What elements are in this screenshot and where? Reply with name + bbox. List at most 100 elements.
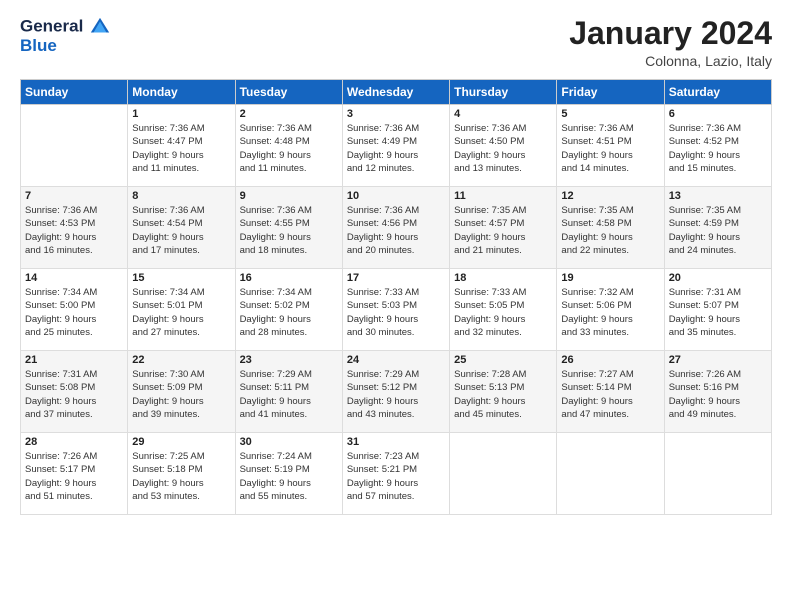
day-info: Sunrise: 7:33 AMSunset: 5:03 PMDaylight:… [347,286,445,339]
day-info: Sunrise: 7:26 AMSunset: 5:17 PMDaylight:… [25,450,123,503]
calendar-cell: 16 Sunrise: 7:34 AMSunset: 5:02 PMDayligh… [235,269,342,351]
day-info: Sunrise: 7:36 AMSunset: 4:51 PMDaylight:… [561,122,659,175]
calendar-cell: 21 Sunrise: 7:31 AMSunset: 5:08 PMDayligh… [21,351,128,433]
logo-blue: Blue [20,36,111,56]
day-info: Sunrise: 7:31 AMSunset: 5:07 PMDaylight:… [669,286,767,339]
day-number: 26 [561,354,659,366]
day-number: 1 [132,108,230,120]
location-subtitle: Colonna, Lazio, Italy [569,53,772,69]
calendar-cell: 6Sunrise: 7:36 AMSunset: 4:52 PMDaylight… [664,105,771,187]
day-info: Sunrise: 7:36 AMSunset: 4:53 PMDaylight:… [25,204,123,257]
calendar-cell [664,433,771,515]
calendar-cell: 30 Sunrise: 7:24 AMSunset: 5:19 PMDayligh… [235,433,342,515]
week-row-3: 14 Sunrise: 7:34 AMSunset: 5:00 PMDayligh… [21,269,772,351]
logo-text: General [20,16,111,38]
calendar-cell: 23Sunrise: 7:29 AMSunset: 5:11 PMDayligh… [235,351,342,433]
calendar-cell: 9Sunrise: 7:36 AMSunset: 4:55 PMDaylight… [235,187,342,269]
day-number: 28 [25,436,123,448]
day-number: 23 [240,354,338,366]
day-info: Sunrise: 7:29 AMSunset: 5:12 PMDaylight:… [347,368,445,421]
calendar-cell: 22 Sunrise: 7:30 AMSunset: 5:09 PMDayligh… [128,351,235,433]
day-info: Sunrise: 7:36 AMSunset: 4:50 PMDaylight:… [454,122,552,175]
calendar-cell: 10 Sunrise: 7:36 AMSunset: 4:56 PMDayligh… [342,187,449,269]
week-row-2: 7Sunrise: 7:36 AMSunset: 4:53 PMDaylight… [21,187,772,269]
day-info: Sunrise: 7:35 AMSunset: 4:57 PMDaylight:… [454,204,552,257]
day-number: 16 [240,272,338,284]
calendar-cell: 4 Sunrise: 7:36 AMSunset: 4:50 PMDaylight… [450,105,557,187]
weekday-header-wednesday: Wednesday [342,80,449,105]
logo: General Blue [20,16,111,56]
calendar-cell: 31 Sunrise: 7:23 AMSunset: 5:21 PMDayligh… [342,433,449,515]
day-info: Sunrise: 7:36 AMSunset: 4:49 PMDaylight:… [347,122,445,175]
day-number: 22 [132,354,230,366]
day-info: Sunrise: 7:35 AMSunset: 4:58 PMDaylight:… [561,204,659,257]
weekday-header-monday: Monday [128,80,235,105]
day-info: Sunrise: 7:31 AMSunset: 5:08 PMDaylight:… [25,368,123,421]
page-header: General Blue January 2024 Colonna, Lazio… [20,16,772,69]
day-number: 11 [454,190,552,202]
calendar-cell: 8Sunrise: 7:36 AMSunset: 4:54 PMDaylight… [128,187,235,269]
day-number: 24 [347,354,445,366]
day-number: 27 [669,354,767,366]
day-number: 5 [561,108,659,120]
day-info: Sunrise: 7:35 AMSunset: 4:59 PMDaylight:… [669,204,767,257]
calendar-cell: 26Sunrise: 7:27 AMSunset: 5:14 PMDayligh… [557,351,664,433]
calendar-cell: 11 Sunrise: 7:35 AMSunset: 4:57 PMDayligh… [450,187,557,269]
calendar-cell: 20 Sunrise: 7:31 AMSunset: 5:07 PMDayligh… [664,269,771,351]
day-number: 29 [132,436,230,448]
calendar-page: General Blue January 2024 Colonna, Lazio… [0,0,792,612]
calendar-cell: 24 Sunrise: 7:29 AMSunset: 5:12 PMDayligh… [342,351,449,433]
day-number: 10 [347,190,445,202]
calendar-cell: 28 Sunrise: 7:26 AMSunset: 5:17 PMDayligh… [21,433,128,515]
calendar-cell: 18 Sunrise: 7:33 AMSunset: 5:05 PMDayligh… [450,269,557,351]
day-info: Sunrise: 7:34 AMSunset: 5:01 PMDaylight:… [132,286,230,339]
calendar-table: SundayMondayTuesdayWednesdayThursdayFrid… [20,79,772,515]
day-info: Sunrise: 7:36 AMSunset: 4:52 PMDaylight:… [669,122,767,175]
week-row-5: 28 Sunrise: 7:26 AMSunset: 5:17 PMDayligh… [21,433,772,515]
day-info: Sunrise: 7:28 AMSunset: 5:13 PMDaylight:… [454,368,552,421]
calendar-cell [557,433,664,515]
day-info: Sunrise: 7:30 AMSunset: 5:09 PMDaylight:… [132,368,230,421]
day-info: Sunrise: 7:25 AMSunset: 5:18 PMDaylight:… [132,450,230,503]
day-info: Sunrise: 7:26 AMSunset: 5:16 PMDaylight:… [669,368,767,421]
weekday-header-row: SundayMondayTuesdayWednesdayThursdayFrid… [21,80,772,105]
day-info: Sunrise: 7:33 AMSunset: 5:05 PMDaylight:… [454,286,552,339]
calendar-cell: 15Sunrise: 7:34 AMSunset: 5:01 PMDayligh… [128,269,235,351]
day-number: 20 [669,272,767,284]
day-info: Sunrise: 7:23 AMSunset: 5:21 PMDaylight:… [347,450,445,503]
day-info: Sunrise: 7:36 AMSunset: 4:47 PMDaylight:… [132,122,230,175]
day-number: 25 [454,354,552,366]
day-number: 30 [240,436,338,448]
day-number: 19 [561,272,659,284]
day-number: 13 [669,190,767,202]
day-number: 2 [240,108,338,120]
day-number: 17 [347,272,445,284]
calendar-cell: 1 Sunrise: 7:36 AMSunset: 4:47 PMDaylight… [128,105,235,187]
calendar-cell: 13 Sunrise: 7:35 AMSunset: 4:59 PMDayligh… [664,187,771,269]
day-number: 3 [347,108,445,120]
calendar-cell: 2Sunrise: 7:36 AMSunset: 4:48 PMDaylight… [235,105,342,187]
calendar-cell: 27 Sunrise: 7:26 AMSunset: 5:16 PMDayligh… [664,351,771,433]
day-number: 21 [25,354,123,366]
day-info: Sunrise: 7:36 AMSunset: 4:56 PMDaylight:… [347,204,445,257]
weekday-header-friday: Friday [557,80,664,105]
day-info: Sunrise: 7:34 AMSunset: 5:00 PMDaylight:… [25,286,123,339]
day-number: 8 [132,190,230,202]
day-number: 4 [454,108,552,120]
day-number: 31 [347,436,445,448]
day-number: 12 [561,190,659,202]
calendar-cell: 7Sunrise: 7:36 AMSunset: 4:53 PMDaylight… [21,187,128,269]
calendar-cell: 12 Sunrise: 7:35 AMSunset: 4:58 PMDayligh… [557,187,664,269]
weekday-header-sunday: Sunday [21,80,128,105]
calendar-cell: 14 Sunrise: 7:34 AMSunset: 5:00 PMDayligh… [21,269,128,351]
day-number: 14 [25,272,123,284]
weekday-header-thursday: Thursday [450,80,557,105]
day-info: Sunrise: 7:24 AMSunset: 5:19 PMDaylight:… [240,450,338,503]
day-number: 18 [454,272,552,284]
calendar-cell: 29 Sunrise: 7:25 AMSunset: 5:18 PMDayligh… [128,433,235,515]
week-row-1: 1 Sunrise: 7:36 AMSunset: 4:47 PMDaylight… [21,105,772,187]
day-info: Sunrise: 7:34 AMSunset: 5:02 PMDaylight:… [240,286,338,339]
calendar-cell: 19Sunrise: 7:32 AMSunset: 5:06 PMDayligh… [557,269,664,351]
day-info: Sunrise: 7:36 AMSunset: 4:55 PMDaylight:… [240,204,338,257]
month-title: January 2024 [569,16,772,51]
